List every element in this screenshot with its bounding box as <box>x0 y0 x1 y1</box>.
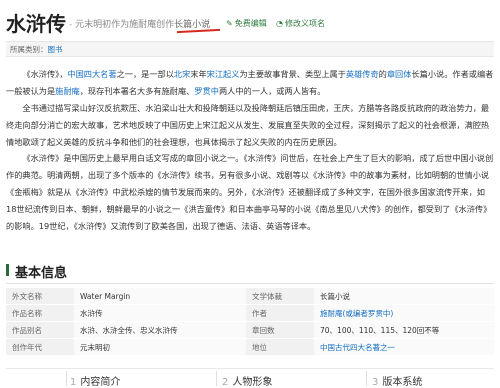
paragraph-text: 全书通过描写梁山好汉反抗欺压、水泊梁山壮大和投降朝廷以及投降朝廷后镇压田虎，王庆… <box>6 103 490 147</box>
info-value-text[interactable]: 施耐庵(或编者罗贯中) <box>320 309 393 318</box>
info-key-text: 作品名称 <box>12 308 42 318</box>
info-value: 水浒传 <box>74 304 246 322</box>
inline-link[interactable]: 中国四大名著 <box>67 69 116 79</box>
paragraph-text: 末年 <box>190 69 207 79</box>
info-value: 水浒、水浒全传、忠义水浒传 <box>74 321 246 339</box>
inline-link[interactable]: 章回体 <box>387 69 412 79</box>
toc-label: 内容简介 <box>80 377 121 388</box>
info-value-text: 元末明初 <box>80 342 110 352</box>
section-divider <box>6 283 494 284</box>
paragraph-text: 之一，是一部以 <box>116 69 174 79</box>
paragraph-text: 为主要故事背景、类型上属于 <box>239 69 346 79</box>
toc-number: 1 <box>70 377 77 388</box>
info-key: 外文名称 <box>6 288 74 305</box>
info-value-text: 70、100、110、115、120回不等 <box>320 325 440 335</box>
info-key: 章回数 <box>246 321 314 339</box>
inline-link[interactable]: 英雄传奇 <box>346 69 379 79</box>
subtitle-main: 元末明初作为施耐庵创作 <box>75 20 175 30</box>
toc-number: 3 <box>372 377 379 388</box>
page-subtitle: - 元末明初作为施耐庵创作长篇小说 <box>69 17 210 30</box>
toc-item-1[interactable]: 1 内容简介 <box>70 373 120 388</box>
intro-paragraph-1: 《水浒传》，中国四大名著之一，是一部以北宋末年宋江起义为主要故事背景、类型上属于… <box>6 66 494 100</box>
info-key: 作者 <box>246 304 314 322</box>
edit-button[interactable]: ✎ 免费编辑 <box>226 18 267 29</box>
category-link[interactable]: 图书 <box>48 45 63 54</box>
toc-label: 版本系统 <box>382 377 423 388</box>
info-value: 70、100、110、115、120回不等 <box>314 321 494 339</box>
rename-entry-button[interactable]: ◔ 修改义项名 <box>276 18 325 29</box>
history-icon: ◔ <box>276 19 283 28</box>
intro-paragraph-2: 全书通过描写梁山好汉反抗欺压、水泊梁山壮大和投降朝廷以及投降朝廷后镇压田虎，王庆… <box>6 100 494 151</box>
table-row: 作品别名 水浒、水浒全传、忠义水浒传 章回数 70、100、110、115、120回不… <box>6 321 494 339</box>
table-of-contents: 1 内容简介 2 人物形象 3 版本系统 <box>6 368 494 388</box>
toc-divider <box>216 371 217 386</box>
info-key-text: 地位 <box>252 342 267 352</box>
subtitle-highlight: 长篇小说 <box>174 20 211 30</box>
info-value[interactable]: 施耐庵(或编者罗贯中) <box>314 304 494 322</box>
toc-item-3[interactable]: 3 版本系统 <box>372 373 422 388</box>
info-value: 元末明初 <box>74 338 246 356</box>
intro-paragraph-3: 《水浒传》是中国历史上最早用白话文写成的章回小说之一。《水浒传》问世后，在社会上… <box>6 150 494 252</box>
info-value-text[interactable]: 中国古代四大名著之一 <box>320 343 395 352</box>
paragraph-text: 的 <box>378 69 387 79</box>
paragraph-text: 《水浒传》是中国历史上最早用白话文写成的章回小说之一。《水浒传》问世后，在社会上… <box>6 153 494 231</box>
inline-link[interactable]: 施耐庵 <box>55 86 80 96</box>
info-key-text: 章回数 <box>252 325 275 335</box>
info-value: Water Margin <box>74 288 246 305</box>
table-row: 外文名称 Water Margin 文学体裁 长篇小说 <box>6 288 494 305</box>
info-key-text: 作者 <box>252 308 267 318</box>
info-key: 地位 <box>246 338 314 356</box>
table-row: 创作年代 元末明初 地位 中国古代四大名著之一 <box>6 338 494 356</box>
info-value-text: 水浒传 <box>80 308 103 318</box>
paragraph-text: ，现存刊本署名大多有施耐庵、 <box>79 86 195 96</box>
inline-link[interactable]: 北宋 <box>174 69 190 79</box>
table-row: 作品名称 水浒传 作者 施耐庵(或编者罗贯中) <box>6 304 494 322</box>
toc-divider <box>66 371 67 386</box>
info-key-text: 外文名称 <box>12 291 42 301</box>
rename-label: 修改义项名 <box>284 19 325 28</box>
paragraph-text: 《水浒传》， <box>22 69 68 79</box>
page-title: 水浒传 <box>6 12 66 36</box>
inline-link[interactable]: 罗贯中 <box>194 86 219 96</box>
info-value-text: Water Margin <box>80 291 131 301</box>
basic-info-title: 基本信息 <box>15 266 68 281</box>
info-key-text: 作品别名 <box>12 325 42 335</box>
toc-number: 2 <box>222 377 229 388</box>
section-marker <box>6 264 9 276</box>
info-key: 作品名称 <box>6 304 74 322</box>
subtitle-separator: - <box>69 20 73 30</box>
pencil-icon: ✎ <box>226 19 233 28</box>
info-key-text: 文学体裁 <box>252 291 282 301</box>
info-key: 创作年代 <box>6 338 74 356</box>
paragraph-text: 两人中的一人，或两人皆有。 <box>218 86 326 96</box>
category-bar: 所属类别：图书 <box>6 41 494 57</box>
info-value[interactable]: 中国古代四大名著之一 <box>314 338 494 356</box>
page-header: 水浒传 - 元末明初作为施耐庵创作长篇小说 ✎ 免费编辑 ◔ 修改义项名 <box>0 0 500 42</box>
toc-divider <box>366 371 367 386</box>
info-key: 文学体裁 <box>246 288 314 305</box>
edit-label: 免费编辑 <box>234 19 267 28</box>
inline-link[interactable]: 宋江起义 <box>207 69 240 79</box>
info-value-text: 长篇小说 <box>320 291 350 301</box>
info-value-text: 水浒、水浒全传、忠义水浒传 <box>80 325 178 335</box>
category-prefix: 所属类别： <box>10 45 48 54</box>
info-key-text: 创作年代 <box>12 342 42 352</box>
toc-item-2[interactable]: 2 人物形象 <box>222 373 272 388</box>
basic-info-table: 外文名称 Water Margin 文学体裁 长篇小说作品名称 水浒传 作者 施耐庵(或编者… <box>6 288 494 356</box>
toc-label: 人物形象 <box>232 377 273 388</box>
info-key: 作品别名 <box>6 321 74 339</box>
info-value: 长篇小说 <box>314 288 494 305</box>
